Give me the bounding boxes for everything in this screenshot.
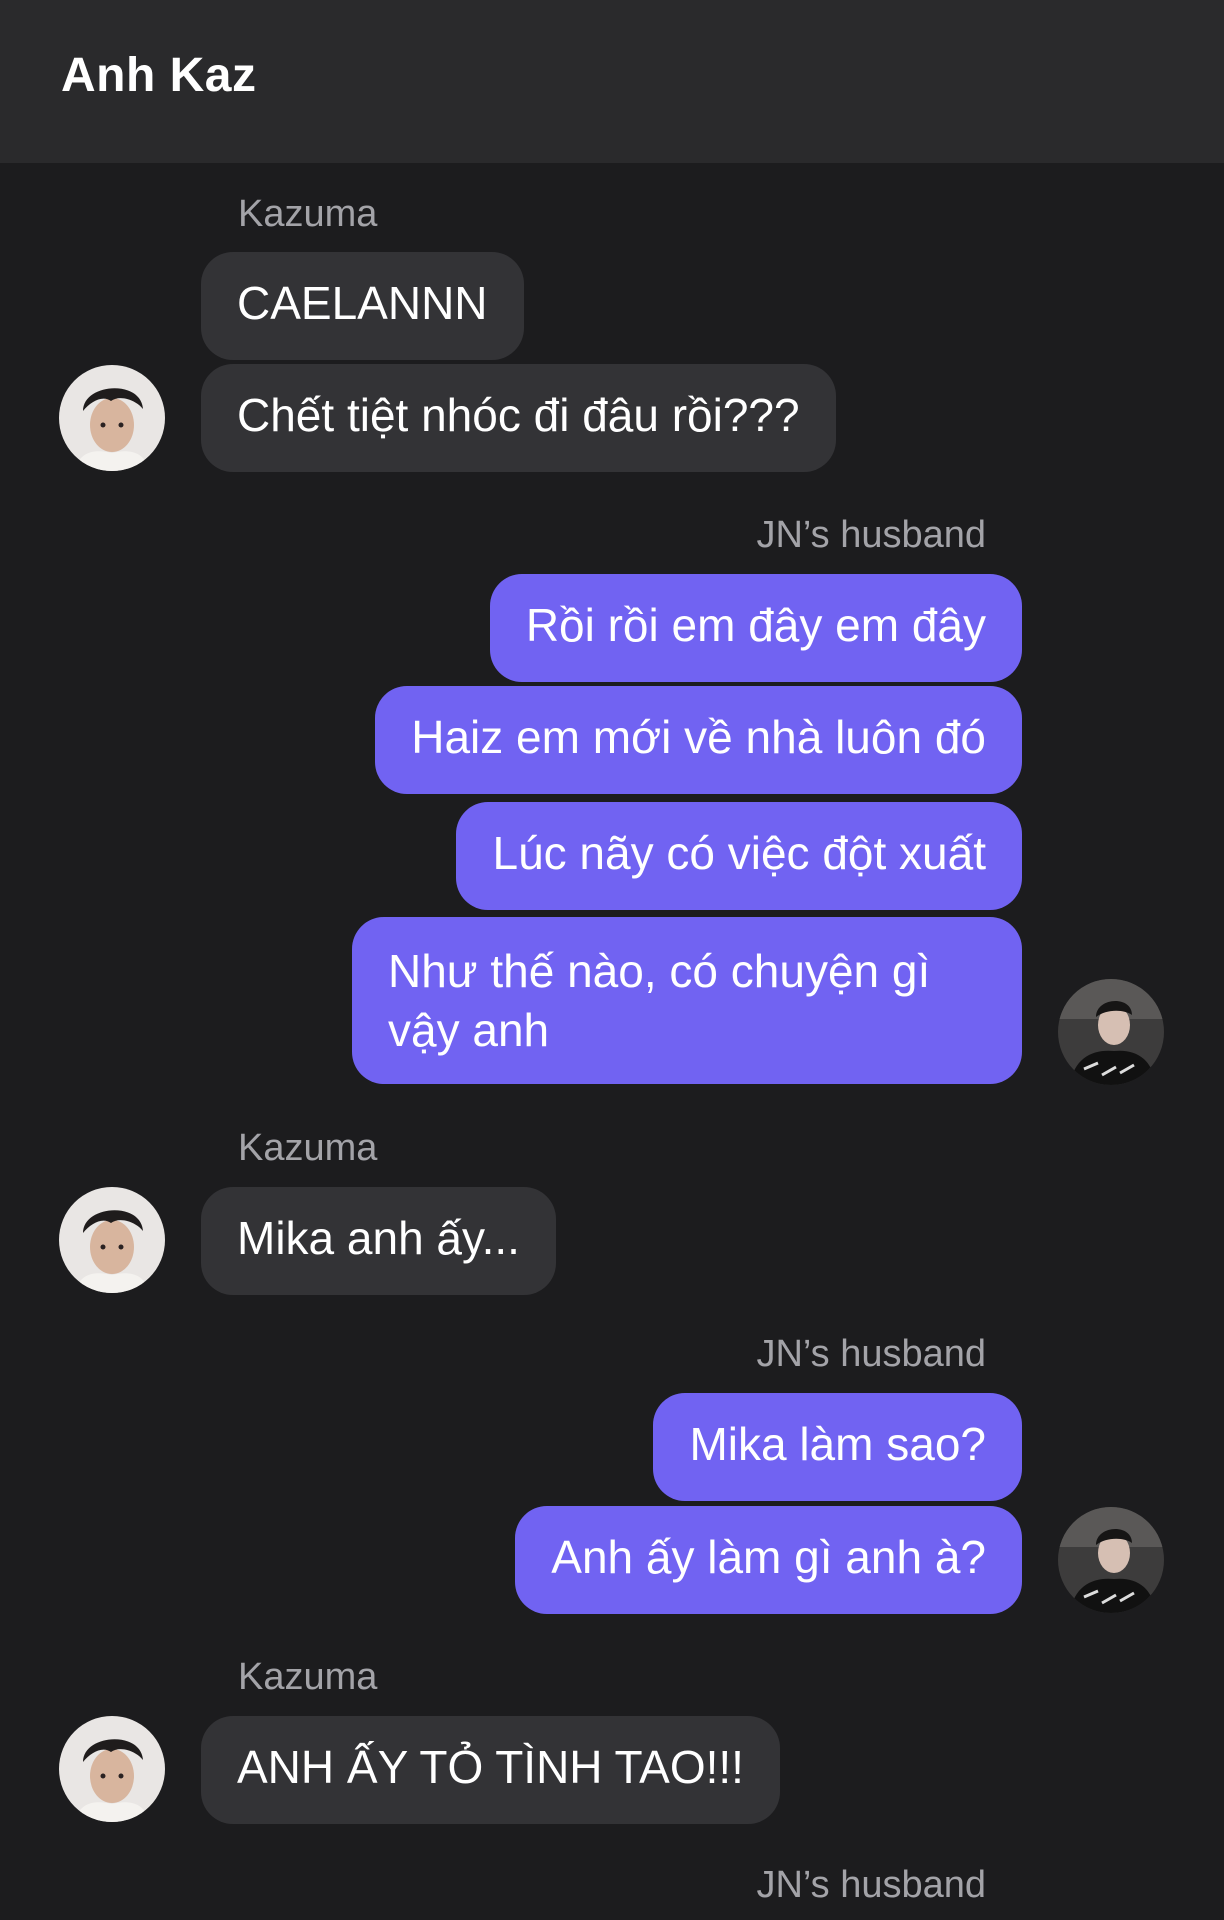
message-bubble-incoming[interactable]: Chết tiệt nhóc đi đâu rồi??? [201,364,836,472]
message-bubble-outgoing[interactable]: Haiz em mới về nhà luôn đó [375,686,1022,794]
sender-label-jn-husband: JN’s husband [756,514,986,556]
kazuma-avatar-icon[interactable] [59,365,165,471]
kazuma-avatar-icon[interactable] [59,1187,165,1293]
message-bubble-incoming[interactable]: ANH ẤY TỎ TÌNH TAO!!! [201,1716,780,1824]
message-bubble-outgoing[interactable]: Rồi rồi em đây em đây [489,574,1022,682]
kazuma-avatar-icon[interactable] [59,1716,165,1822]
sender-label-jn-husband: JN’s husband [756,1333,986,1375]
chat-title[interactable]: Anh Kaz [61,48,257,103]
message-bubble-incoming[interactable]: Mika anh ấy... [201,1187,556,1295]
message-bubble-incoming[interactable]: CAELANNN [201,252,524,360]
message-bubble-outgoing[interactable]: Như thế nào, có chuyện gì vậy anh [352,917,1022,1084]
sender-label-kazuma: Kazuma [238,193,378,235]
sender-label-kazuma: Kazuma [238,1127,378,1169]
sender-label-jn-husband: JN’s husband [756,1864,986,1906]
message-bubble-outgoing[interactable]: Mika làm sao? [653,1393,1022,1501]
message-bubble-outgoing[interactable]: Anh ấy làm gì anh à? [515,1506,1022,1614]
sender-label-kazuma: Kazuma [238,1656,378,1698]
jn-husband-avatar-icon[interactable] [1058,979,1164,1085]
jn-husband-avatar-icon[interactable] [1058,1507,1164,1613]
message-bubble-outgoing[interactable]: Lúc nãy có việc đột xuất [456,802,1022,910]
chat-header: Anh Kaz [0,0,1224,163]
